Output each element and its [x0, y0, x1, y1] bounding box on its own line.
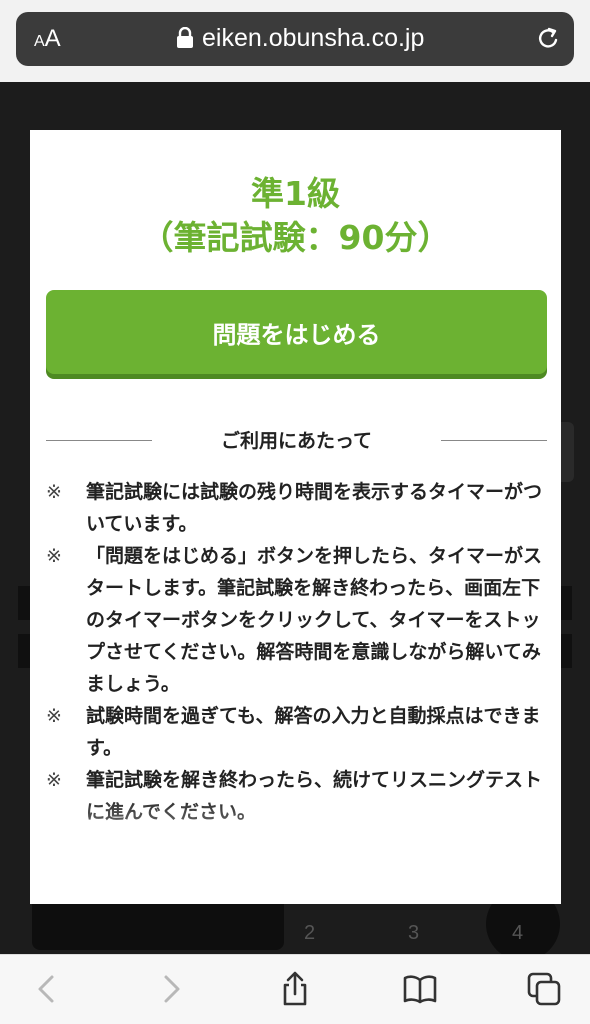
note-text: 筆記試験を解き終わったら、続けてリスニングテストに進んでください。 [86, 769, 543, 823]
reload-icon[interactable] [534, 25, 562, 53]
note-item: ※ 「問題をはじめる」ボタンを押したら、タイマーがスタートします。筆記試験を解き… [46, 540, 547, 700]
lock-icon [177, 27, 193, 48]
chevron-right-icon[interactable] [152, 971, 188, 1007]
url-text[interactable]: eiken.obunsha.co.jp [202, 24, 424, 53]
note-item: ※ 試験時間を過ぎても、解答の入力と自動採点はできます。 [46, 700, 547, 764]
background-page-number: 3 [408, 922, 420, 944]
note-text: 筆記試験には試験の残り時間を表示するタイマーがついています。 [86, 481, 543, 535]
start-exam-modal: 準1級 （筆記試験：90分） 問題をはじめる ご利用にあたって ※ 筆記試験には… [30, 130, 561, 904]
note-mark: ※ [46, 481, 62, 503]
note-item: ※ 筆記試験を解き終わったら、続けてリスニングテストに進んでください。 [46, 764, 547, 828]
share-icon[interactable] [277, 971, 313, 1007]
browser-bottom-toolbar [0, 954, 590, 1024]
note-item: ※ 筆記試験には試験の残り時間を表示するタイマーがついています。 [46, 476, 547, 540]
note-text: 試験時間を過ぎても、解答の入力と自動採点はできます。 [86, 705, 541, 759]
exam-duration: （筆記試験：90分） [140, 218, 451, 257]
note-mark: ※ [46, 769, 62, 791]
note-mark: ※ [46, 545, 62, 567]
book-icon[interactable] [402, 971, 438, 1007]
note-mark: ※ [46, 705, 62, 727]
usage-notes-heading: ご利用にあたって [46, 426, 547, 456]
browser-top-bar: AA eiken.obunsha.co.jp [0, 0, 590, 82]
usage-notes-list: ※ 筆記試験には試験の残り時間を表示するタイマーがついています。 ※ 「問題をは… [46, 476, 547, 828]
background-page-number: 4 [512, 922, 524, 944]
tabs-icon[interactable] [526, 971, 562, 1007]
divider [441, 440, 547, 441]
text-size-button[interactable]: AA [34, 25, 61, 53]
start-questions-button[interactable]: 問題をはじめる [46, 290, 547, 374]
note-text: 「問題をはじめる」ボタンを押したら、タイマーがスタートします。筆記試験を解き終わ… [86, 545, 543, 695]
address-bar[interactable]: AA eiken.obunsha.co.jp [16, 12, 574, 66]
chevron-left-icon[interactable] [30, 971, 66, 1007]
exam-level: 準1級 [251, 174, 340, 213]
modal-title: 準1級 （筆記試験：90分） [30, 172, 561, 260]
background-page-number: 2 [304, 922, 316, 944]
